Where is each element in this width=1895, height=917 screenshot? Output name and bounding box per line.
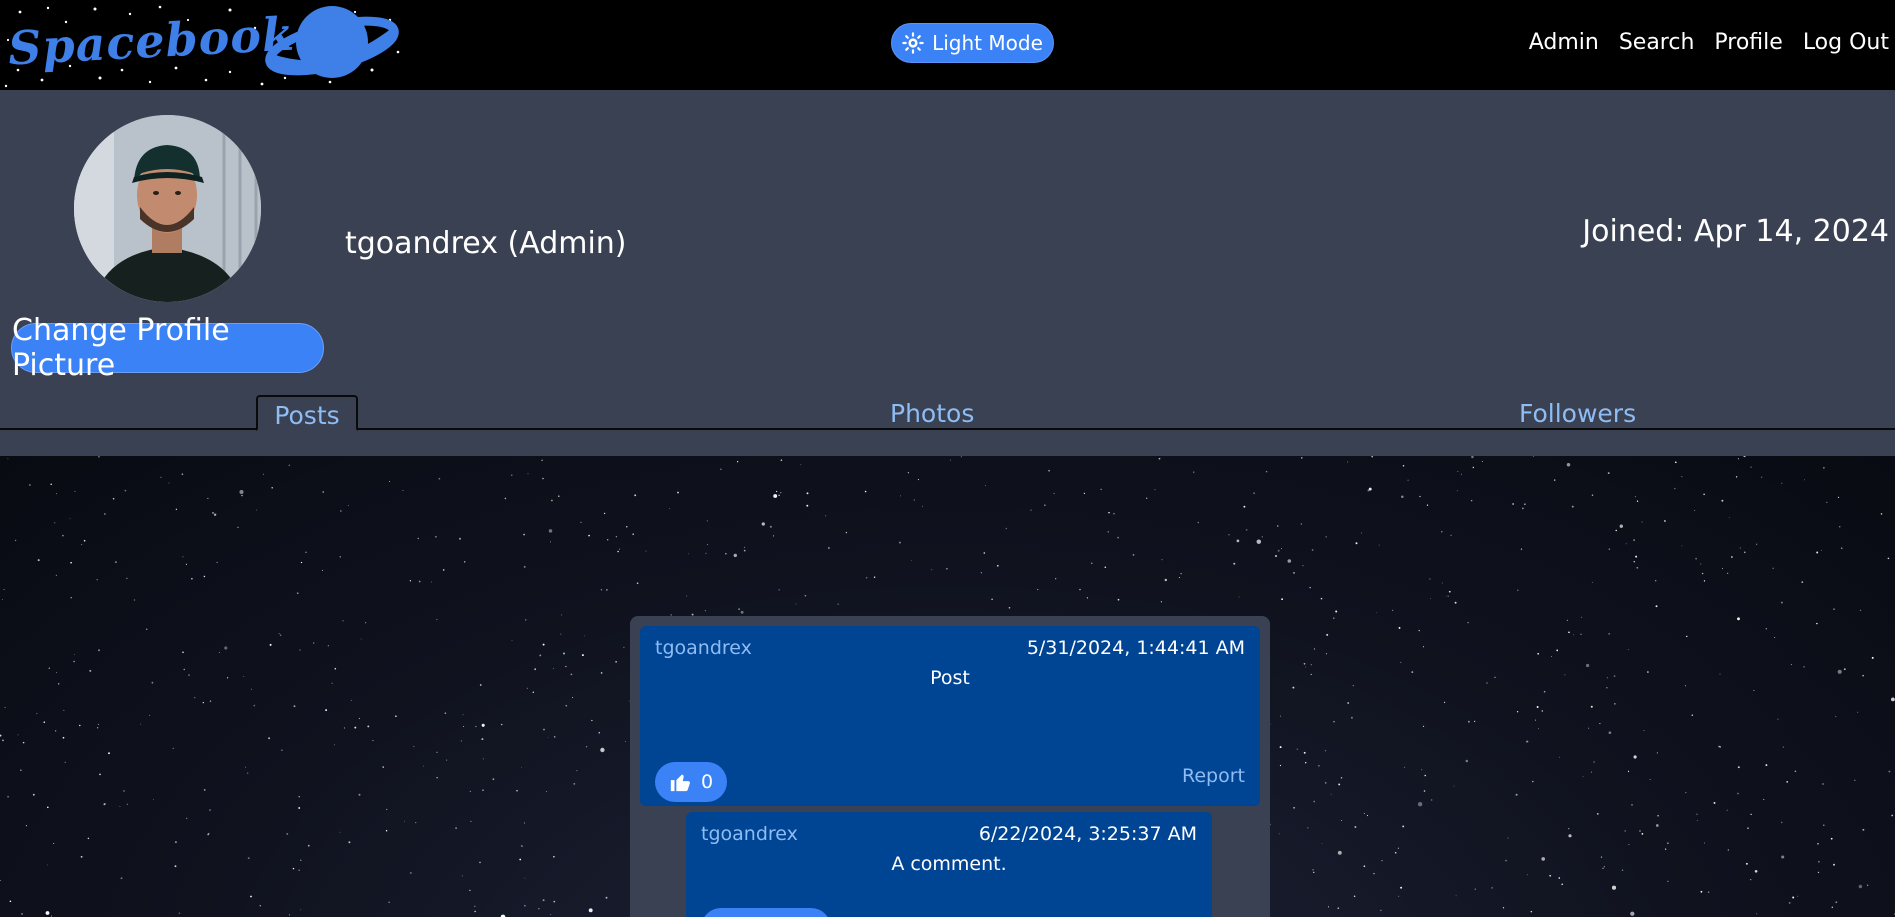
- planet-icon: [265, 6, 399, 78]
- post-author-link[interactable]: tgoandrex: [655, 637, 752, 659]
- comment-like-button[interactable]: [701, 908, 831, 917]
- comment-author-link[interactable]: tgoandrex: [701, 823, 798, 845]
- comment-body: A comment.: [891, 853, 1007, 875]
- change-profile-picture-button[interactable]: Change Profile Picture: [11, 313, 324, 383]
- like-button[interactable]: 0: [655, 762, 727, 802]
- nav-link-search[interactable]: Search: [1619, 30, 1695, 55]
- joined-date: Joined: Apr 14, 2024: [1582, 214, 1889, 249]
- sun-icon: [902, 32, 924, 54]
- top-navbar: Spacebook Light Mode Admin Search Profil…: [0, 0, 1895, 90]
- like-count: 0: [700, 771, 714, 793]
- thumbs-up-icon: [670, 774, 690, 792]
- profile-photo: [74, 115, 261, 302]
- nav-link-admin[interactable]: Admin: [1529, 30, 1599, 55]
- report-link[interactable]: Report: [1182, 765, 1245, 787]
- theme-toggle-button[interactable]: Light Mode: [891, 23, 1054, 63]
- nav-link-profile[interactable]: Profile: [1714, 30, 1782, 55]
- post-body: Post: [930, 667, 970, 689]
- comment-timestamp: 6/22/2024, 3:25:37 AM: [978, 823, 1197, 845]
- tab-photos[interactable]: Photos: [890, 399, 974, 428]
- tab-followers[interactable]: Followers: [1519, 399, 1636, 428]
- nav-link-logout[interactable]: Log Out: [1803, 30, 1889, 55]
- comment-card: tgoandrex 6/22/2024, 3:25:37 AM A commen…: [686, 812, 1212, 917]
- main-nav: Admin Search Profile Log Out: [1529, 30, 1889, 55]
- tab-posts[interactable]: Posts: [256, 395, 358, 431]
- profile-header: tgoandrex (Admin) Joined: Apr 14, 2024 C…: [0, 90, 1895, 456]
- spacebook-logo[interactable]: Spacebook: [0, 0, 410, 90]
- post-card: tgoandrex 5/31/2024, 1:44:41 AM Post 0 R…: [640, 626, 1260, 806]
- post-timestamp: 5/31/2024, 1:44:41 AM: [1026, 637, 1245, 659]
- posts-feed: tgoandrex 5/31/2024, 1:44:41 AM Post 0 R…: [630, 616, 1270, 917]
- profile-username: tgoandrex (Admin): [345, 226, 627, 261]
- theme-toggle-label: Light Mode: [932, 31, 1043, 55]
- avatar: [74, 115, 261, 302]
